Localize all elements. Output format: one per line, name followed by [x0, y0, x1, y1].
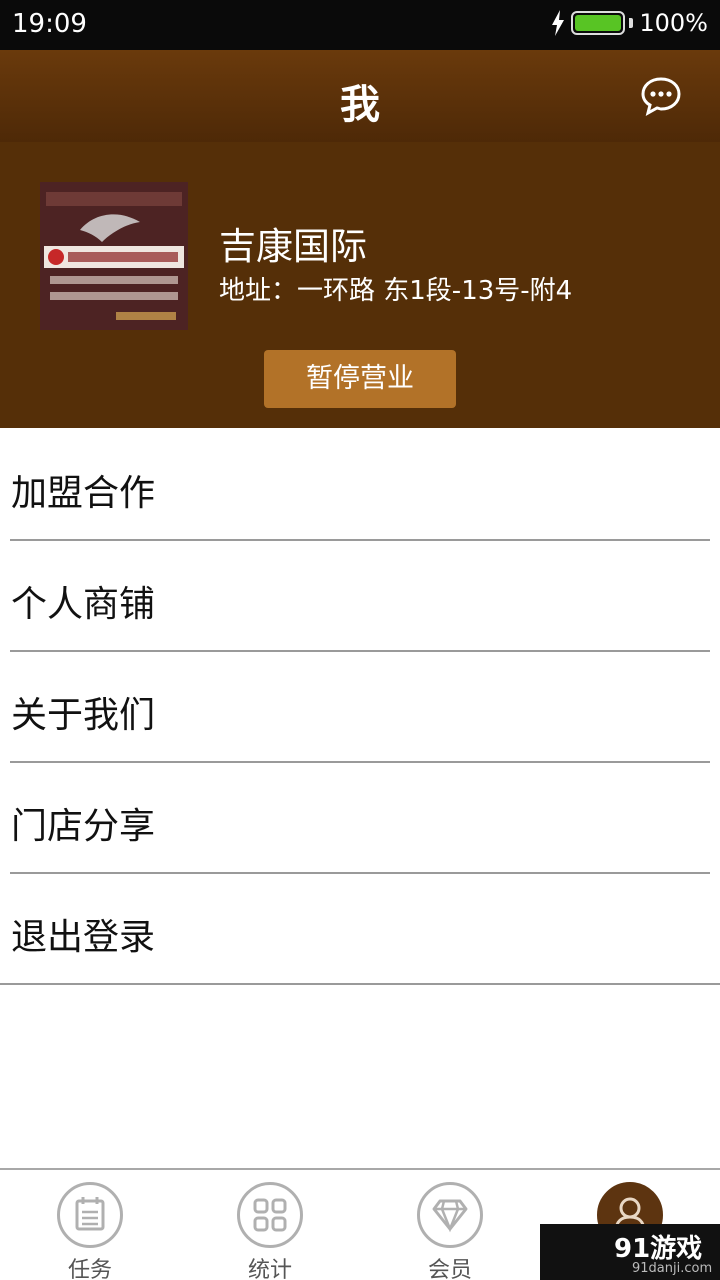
title-bar: 我: [0, 50, 720, 142]
diamond-icon: [417, 1182, 483, 1248]
pause-business-button[interactable]: 暂停营业: [264, 350, 456, 408]
status-bar: 19:09 100%: [0, 0, 720, 50]
menu-item-store-share[interactable]: 门店分享: [0, 763, 720, 874]
settings-menu: 加盟合作 个人商铺 关于我们 门店分享 退出登录: [0, 430, 720, 985]
battery-icon: [571, 11, 626, 35]
watermark-text: 91游戏: [614, 1234, 703, 1264]
watermark-sub: 91danji.com: [632, 1261, 713, 1276]
tab-tasks[interactable]: 任务: [0, 1170, 180, 1280]
watermark-logo: 91游戏 91danji.com: [540, 1224, 720, 1280]
store-name: 吉康国际: [219, 225, 367, 268]
menu-item-label: 门店分享: [11, 806, 156, 847]
menu-item-label: 退出登录: [11, 917, 156, 958]
chat-bubble-icon[interactable]: [640, 76, 682, 116]
menu-item-join-partner[interactable]: 加盟合作: [0, 430, 720, 541]
menu-item-personal-shop[interactable]: 个人商铺: [0, 541, 720, 652]
store-address: 地址：一环路 东1段-13号-附4: [219, 276, 573, 306]
tab-label: 会员: [427, 1258, 472, 1280]
calendar-list-icon: [57, 1182, 123, 1248]
menu-item-about-us[interactable]: 关于我们: [0, 652, 720, 763]
tab-label: 任务: [67, 1258, 112, 1280]
battery-percent: 100%: [639, 9, 708, 37]
charging-icon: [552, 10, 565, 36]
tab-label: 统计: [247, 1258, 292, 1280]
tab-members[interactable]: 会员: [360, 1170, 540, 1280]
store-profile: 吉康国际 地址：一环路 东1段-13号-附4 暂停营业: [0, 142, 720, 428]
store-photo: [40, 182, 188, 330]
menu-item-logout[interactable]: 退出登录: [0, 874, 720, 985]
status-time: 19:09: [12, 9, 87, 39]
divider: [0, 983, 720, 985]
menu-item-label: 加盟合作: [11, 473, 156, 514]
menu-item-label: 个人商铺: [11, 584, 156, 625]
menu-item-label: 关于我们: [11, 695, 156, 736]
status-indicators: 100%: [551, 9, 708, 37]
tab-statistics[interactable]: 统计: [180, 1170, 360, 1280]
grid-icon: [237, 1182, 303, 1248]
battery-cap: [629, 18, 634, 28]
page-title: 我: [340, 82, 380, 128]
